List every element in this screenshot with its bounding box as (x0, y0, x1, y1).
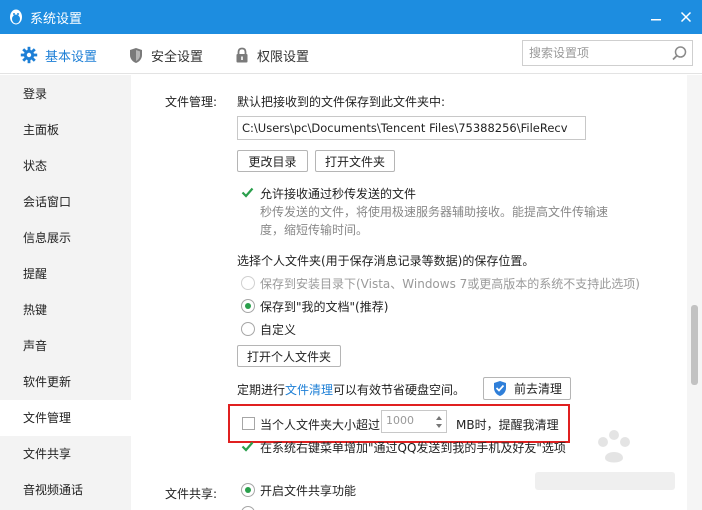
close-icon (680, 11, 692, 23)
radio-file-sharing-option-2[interactable] (241, 506, 255, 510)
size-limit-prefix-label: 当个人文件夹大小超过 (260, 418, 381, 432)
sidebar-item-reminders[interactable]: 提醒 (0, 256, 131, 292)
sidebar-item-hotkeys[interactable]: 热键 (0, 292, 131, 328)
shield-check-icon (494, 381, 506, 396)
allow-instant-transfer-label: 允许接收通过秒传发送的文件 (260, 187, 417, 201)
cleanup-hint: 定期进行文件清理可以有效节省硬盘空间。 (237, 381, 465, 398)
file-cleanup-link[interactable]: 文件清理 (285, 383, 333, 397)
radio-enable-file-sharing[interactable] (241, 483, 255, 497)
context-menu-option-label: 在系统右键菜单增加"通过QQ发送到我的手机及好友"选项 (260, 441, 566, 455)
option-my-documents-label: 保存到"我的文档"(推荐) (260, 300, 389, 314)
sidebar-item-sound[interactable]: 声音 (0, 328, 131, 364)
sidebar-item-file-sharing[interactable]: 文件共享 (0, 436, 131, 472)
tab-label: 权限设置 (257, 49, 310, 65)
lock-icon (236, 47, 248, 62)
go-cleanup-label: 前去清理 (514, 382, 563, 396)
search-input[interactable] (529, 44, 669, 62)
sidebar-item-main-panel[interactable]: 主面板 (0, 112, 131, 148)
settings-sidebar: 登录 主面板 状态 会话窗口 信息展示 提醒 热键 声音 软件更新 文件管理 文… (0, 75, 131, 510)
instant-transfer-description-cont: 度，缩短传输时间。 (260, 223, 369, 237)
content-scrollbar[interactable] (687, 75, 702, 510)
personal-folder-prompt: 选择个人文件夹(用于保存消息记录等数据)的保存位置。 (237, 254, 535, 268)
checkmark-icon (241, 187, 254, 198)
change-directory-button[interactable]: 更改目录 (237, 150, 308, 172)
cleanup-hint-suffix: 可以有效节省硬盘空间。 (333, 383, 466, 397)
qq-penguin-icon (10, 9, 22, 25)
tab-label: 安全设置 (151, 49, 204, 65)
option-install-directory-label: 保存到安装目录下(Vista、Windows 7或更高版本的系统不支持此选项) (260, 277, 640, 291)
enable-file-sharing-label: 开启文件共享功能 (260, 484, 357, 498)
save-folder-prompt: 默认把接收到的文件保存到此文件夹中: (237, 95, 446, 109)
open-personal-folder-button[interactable]: 打开个人文件夹 (237, 345, 341, 367)
window-title: 系统设置 (30, 12, 83, 27)
shield-icon (130, 47, 142, 63)
sidebar-item-av-calls[interactable]: 音视频通话 (0, 472, 131, 508)
tab-label: 基本设置 (45, 49, 98, 65)
title-bar: 系统设置 (0, 0, 702, 34)
radio-my-documents[interactable] (241, 299, 255, 313)
sidebar-item-login[interactable]: 登录 (0, 76, 131, 112)
sidebar-item-info-display[interactable]: 信息展示 (0, 220, 131, 256)
spin-arrows-icon[interactable] (434, 413, 444, 431)
watermark-logo (535, 430, 675, 490)
checkmark-icon (241, 441, 254, 452)
context-menu-option-checkbox[interactable] (241, 440, 254, 453)
instant-transfer-description: 秒传发送的文件，将使用极速服务器辅助接收。能提高文件传输速 (260, 205, 609, 219)
tab-permission-settings[interactable]: 权限设置 (234, 44, 309, 66)
option-custom-label: 自定义 (260, 323, 297, 337)
go-cleanup-button[interactable]: 前去清理 (483, 377, 571, 400)
tab-basic-settings[interactable]: 基本设置 (20, 44, 97, 66)
sidebar-item-file-management[interactable]: 文件管理 (0, 400, 131, 436)
close-button[interactable] (676, 7, 696, 27)
save-path-input[interactable] (237, 116, 586, 140)
radio-custom[interactable] (241, 322, 255, 336)
allow-instant-transfer-checkbox[interactable] (241, 186, 254, 199)
radio-install-directory[interactable] (241, 276, 255, 290)
file-sharing-section-label: 文件共享: (165, 487, 218, 501)
sidebar-item-chat-window[interactable]: 会话窗口 (0, 184, 131, 220)
cleanup-hint-prefix: 定期进行 (237, 383, 286, 397)
scrollbar-thumb[interactable] (691, 305, 698, 385)
size-limit-spinbox[interactable]: 1000 (381, 410, 447, 433)
file-management-section-label: 文件管理: (165, 95, 218, 109)
minimize-button[interactable] (646, 7, 666, 27)
settings-search-box (522, 40, 693, 66)
sidebar-item-status[interactable]: 状态 (0, 148, 131, 184)
tab-security-settings[interactable]: 安全设置 (128, 44, 203, 66)
sidebar-item-software-update[interactable]: 软件更新 (0, 364, 131, 400)
open-folder-button[interactable]: 打开文件夹 (315, 150, 395, 172)
minimize-icon (651, 19, 661, 21)
size-limit-reminder-checkbox[interactable] (242, 417, 255, 430)
gear-icon (20, 46, 38, 64)
size-limit-value: 1000 (386, 414, 414, 427)
search-icon[interactable] (671, 45, 688, 62)
